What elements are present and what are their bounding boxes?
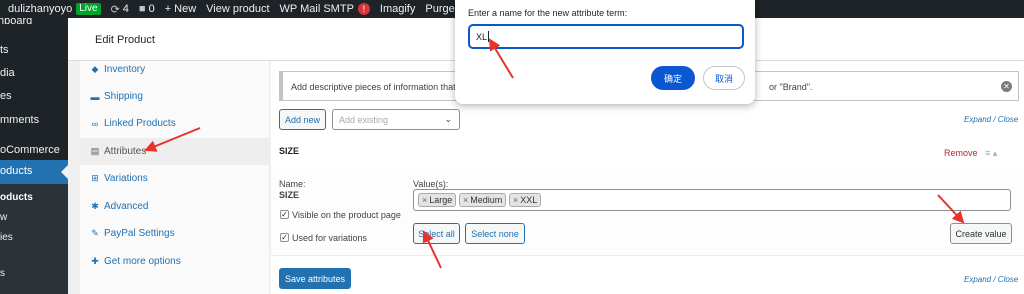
notice-text-start: Add descriptive pieces of information th… — [291, 82, 456, 92]
live-badge: Live — [76, 3, 101, 15]
menu-item-comments[interactable]: mments — [0, 114, 68, 126]
cancel-button[interactable]: 取消 — [703, 66, 745, 90]
add-existing-placeholder: Add existing — [339, 114, 389, 125]
comment-icon: ■ — [138, 3, 146, 15]
new-link[interactable]: + New — [165, 3, 196, 15]
dismiss-icon[interactable]: ✕ — [1001, 81, 1012, 92]
tab-variations[interactable]: ⊞ Variations — [80, 165, 270, 192]
remove-chip-icon[interactable]: × — [513, 195, 518, 205]
variations-checkbox[interactable]: ✓ — [280, 233, 289, 242]
submenu-categories[interactable]: ies — [0, 232, 13, 243]
attribute-name-value: SIZE — [279, 190, 300, 200]
alert-icon: ! — [357, 3, 370, 15]
value-chip[interactable]: × XXL — [509, 193, 542, 207]
select-all-button[interactable]: Select all — [413, 223, 460, 244]
menu-item-woocommerce[interactable]: oCommerce — [0, 144, 68, 156]
value-chip[interactable]: × Medium — [459, 193, 507, 207]
link-icon: ∞ — [91, 118, 99, 129]
text-caret — [488, 31, 490, 42]
expand-close-link[interactable]: Expand / Close — [964, 115, 1018, 124]
visible-label: Visible on the product page — [292, 210, 401, 220]
name-label: Name: — [279, 179, 306, 189]
refresh-icon: ⟳ — [110, 3, 120, 16]
select-none-button[interactable]: Select none — [465, 223, 525, 244]
chevron-down-icon: ⌄ — [444, 114, 452, 124]
term-name-input[interactable]: XL — [468, 24, 744, 49]
new-term-dialog: Enter a name for the new attribute term:… — [455, 0, 755, 104]
drag-handle-icon[interactable]: ≡ ▴ — [985, 148, 997, 159]
grid-icon: ⊞ — [91, 173, 99, 183]
value-chip[interactable]: × Large — [418, 193, 457, 207]
product-data-tabs: ◆ Inventory ▬ Shipping ∞ Linked Products ▤ A… — [80, 61, 270, 294]
table-icon: ▤ — [90, 146, 100, 156]
comments-link[interactable]: ■ 0 — [139, 3, 155, 15]
variations-label: Used for variations — [292, 233, 368, 243]
plugin-icon: ✚ — [91, 256, 99, 266]
wrench-icon: ✎ — [91, 228, 99, 238]
add-new-button[interactable]: Add new — [279, 109, 326, 130]
submenu-all-products[interactable]: oducts — [0, 192, 33, 203]
tab-get-more-options[interactable]: ✚ Get more options — [80, 248, 270, 275]
values-label: Value(s): — [413, 179, 449, 189]
imagify-link[interactable]: Imagify — [380, 3, 415, 15]
divider — [271, 255, 1024, 256]
page-title: Edit Product — [95, 34, 155, 46]
menu-item-pages[interactable]: es — [0, 90, 68, 102]
menu-item-posts[interactable]: ts — [0, 44, 68, 56]
tab-advanced[interactable]: ✱ Advanced — [80, 193, 270, 220]
current-arrow-icon — [61, 165, 68, 179]
tab-linked-products[interactable]: ∞ Linked Products — [80, 110, 270, 137]
attribute-header[interactable] — [271, 136, 1024, 169]
menu-item-products[interactable]: oducts — [0, 160, 68, 184]
updates-link[interactable]: ⟳ 4 — [111, 3, 129, 16]
add-existing-select[interactable]: Add existing ⌄ — [332, 109, 460, 130]
tab-shipping[interactable]: ▬ Shipping — [80, 83, 270, 110]
tab-inventory[interactable]: ◆ Inventory — [80, 56, 270, 83]
attribute-title: SIZE — [279, 146, 300, 156]
wp-mail-smtp-link[interactable]: WP Mail SMTP! — [280, 3, 370, 15]
tab-attributes[interactable]: ▤ Attributes — [80, 138, 270, 165]
tab-paypal-settings[interactable]: ✎ PayPal Settings — [80, 220, 270, 247]
submenu-attributes[interactable]: s — [0, 268, 5, 279]
term-name-value: XL — [476, 31, 488, 42]
expand-close-link[interactable]: Expand / Close — [964, 275, 1018, 284]
menu-item-media[interactable]: dia — [0, 67, 68, 79]
values-input[interactable]: × Large × Medium × XXL — [413, 189, 1011, 211]
visible-checkbox[interactable]: ✓ — [280, 210, 289, 219]
inventory-icon: ◆ — [91, 64, 99, 74]
admin-menu: hboard ts dia es mments oCommerce oducts… — [0, 15, 68, 294]
remove-chip-icon[interactable]: × — [463, 195, 468, 205]
products-submenu: oducts w ies s — [0, 184, 68, 294]
view-product-link[interactable]: View product — [206, 3, 269, 15]
dialog-prompt: Enter a name for the new attribute term: — [468, 8, 628, 18]
ok-button[interactable]: 确定 — [651, 66, 695, 90]
submenu-add-new[interactable]: w — [0, 212, 7, 223]
site-name-link[interactable]: dulizhanyoyo Live — [8, 3, 101, 15]
create-value-button[interactable]: Create value — [950, 223, 1012, 244]
gear-icon: ✱ — [91, 201, 99, 211]
save-attributes-button[interactable]: Save attributes — [279, 268, 351, 289]
remove-attribute-link[interactable]: Remove — [944, 148, 978, 158]
notice-text-end: or "Brand". — [769, 82, 813, 92]
menu-item-products-label: oducts — [0, 165, 33, 177]
remove-chip-icon[interactable]: × — [422, 195, 427, 205]
plus-icon: + — [164, 3, 172, 15]
truck-icon: ▬ — [90, 91, 100, 102]
